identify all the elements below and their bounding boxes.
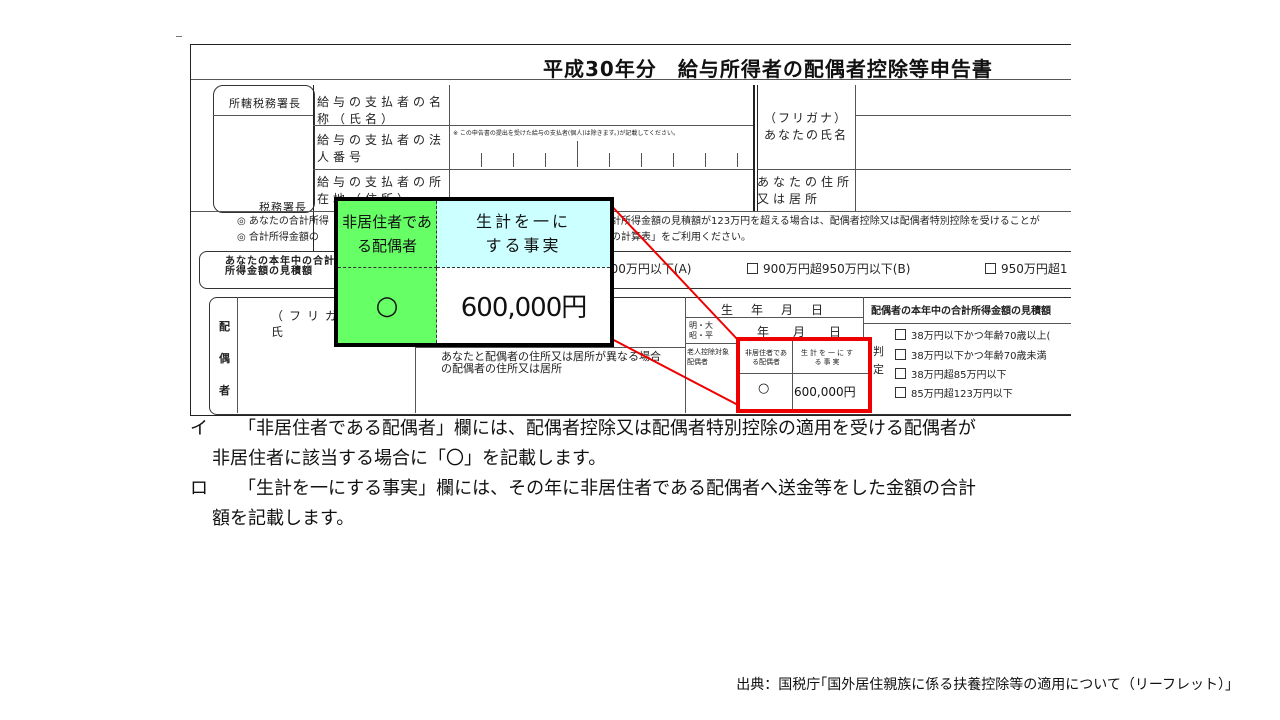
amount-cell: 600,000円 [437,268,610,343]
livelihood-header: 生計を一にする事実 [475,212,571,255]
circle-mark-cell: ○ [338,268,437,343]
income-option-c: 950万円超1 [985,260,1068,277]
small-livelihood-header: 生計を一にする事実 [800,349,856,366]
corner-mark [176,36,182,37]
income-option-a: 900万円以下(A) [603,262,692,276]
checkbox-icon [747,263,758,274]
checkbox-icon [895,349,906,360]
estimate-option-1: 38万円以下かつ年齢70歳以上( [895,329,1050,342]
estimate-option-3: 38万円超85万円以下 [895,368,1006,381]
note-2-right: の計算表」をご利用ください。 [611,232,751,243]
livelihood-header-cell: 生計を一にする事実 [437,201,610,268]
circle-mark: ○ [375,290,399,321]
item-b-marker: ロ [190,478,208,499]
item-b-line2: 額を記載します。 [212,508,355,529]
your-address-label: あなたの住所又は居所 [757,175,854,206]
spouse-label: 配偶者 [219,320,230,397]
item-b-line1: ロ「生計を一にする事実」欄には、その年に非居住者である配偶者へ送金等をした金額の… [190,474,1090,504]
office-label: 所轄税務署長 [229,97,301,110]
estimate-option-4: 85万円超123万円以下 [895,387,1013,400]
small-circle-mark: ○ [758,381,770,396]
checkbox-icon [895,368,906,379]
nonresident-header: 非居住者である配偶者 [342,213,432,255]
small-nonresident-header: 非居住者である配偶者 [745,349,787,366]
address-diff-label: あなたと配偶者の住所又は居所が異なる場合の配偶者の住所又は居所 [441,350,661,375]
highlight-box: 非居住者である配偶者 生計を一にする事実 ○ 600,000円 [736,337,872,413]
form-title: 平成30年分 給与所得者の配偶者控除等申告書 [543,57,993,81]
birth-label: 生年月日 [721,303,842,317]
estimate-option-2: 38万円以下かつ年齢70歳未満 [895,349,1046,362]
estimate-header: 配偶者の本年中の合計所得金額の見積額 [871,306,1051,317]
checkbox-icon [895,387,906,398]
payer-name-label: 給与の支払者の名称（氏名） [317,95,446,126]
item-a-marker: イ [190,418,208,439]
your-name-label: （フリガナ）あなたの氏名 [763,111,848,142]
amount-value: 600,000円 [460,293,588,323]
item-a-line1: イ「非居住者である配偶者」欄には、配偶者控除又は配偶者特別控除の適用を受ける配偶… [190,414,1090,444]
checkbox-icon [985,263,996,274]
payer-number-label: 給与の支払者の法人番号 [317,133,446,164]
zoom-callout: 非居住者である配偶者 生計を一にする事実 ○ 600,000円 [334,197,614,347]
income-label: あなたの本年中の合計所得金額の見積額 [225,256,335,277]
checkbox-icon [895,329,906,340]
source-note: 出典：国税庁｢国外居住親族に係る扶養控除等の適用について（リーフレット）｣ [736,677,1232,693]
spouse-name: 氏 [271,325,284,339]
elderly-label: 老人控除対象配偶者 [687,348,729,366]
small-amount: 600,000円 [794,385,856,399]
income-option-b: 900万円超950万円以下(B) [747,260,910,277]
explanation: イ「非居住者である配偶者」欄には、配偶者控除又は配偶者特別控除の適用を受ける配偶… [190,414,1090,534]
note-2: ◎ 合計所得金額の [237,232,319,243]
nonresident-header-cell: 非居住者である配偶者 [338,201,437,268]
tax-office-label: 税務署長 [259,201,307,214]
note-1: ◎ あなたの合計所得 [237,216,329,227]
item-a-line2: 非居住者に該当する場合に「〇」を記載します。 [212,448,607,469]
judgement-label: 判定 [873,345,884,376]
birth-era: 明・大 昭・平 [689,321,713,340]
tax-form-excerpt: 平成30年分 給与所得者の配偶者控除等申告書 所轄税務署長 税務署長 給与の支払… [190,44,1071,416]
note-1-right: 計所得金額の見積額が123万円を超える場合は、配偶者控除又は配偶者特別控除を受け… [611,216,1040,227]
payer-number-note: ※ この申告書の提出を受けた給与の支払者(個人)は除きます。)が記載してください… [453,130,679,137]
